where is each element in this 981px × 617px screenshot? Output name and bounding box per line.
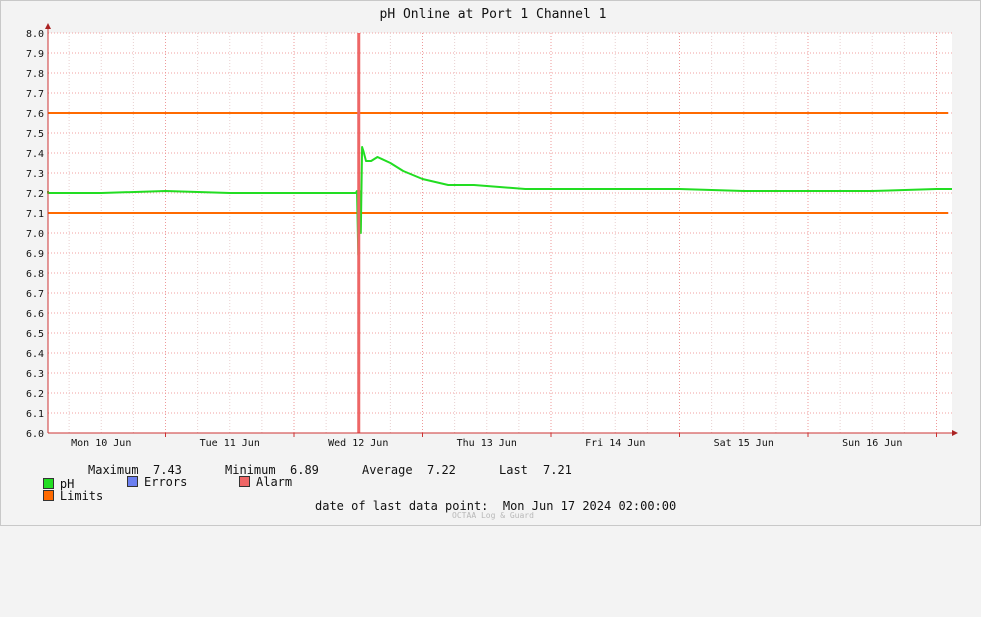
legend-alarm-label: Alarm — [256, 475, 293, 489]
y-tick-label: 7.4 — [26, 149, 44, 160]
ph-chart: pH Online at Port 1 Channel 1 6.06.16.26… — [26, 7, 958, 449]
legend-last-value: 7.21 — [543, 463, 572, 477]
y-tick-label: 6.3 — [26, 369, 44, 380]
legend-errors-label: Errors — [144, 475, 188, 489]
x-tick-label: Sat 15 Jun — [714, 438, 774, 449]
y-tick-label: 6.2 — [26, 389, 44, 400]
y-tick-label: 7.2 — [26, 189, 44, 200]
legend-limits-label: Limits — [59, 489, 104, 503]
legend-alarm: Alarm — [239, 475, 292, 489]
y-tick-label: 7.3 — [26, 169, 44, 180]
x-axis-arrow — [952, 430, 958, 436]
legend-errors: Errors — [127, 475, 187, 489]
legend-avg-value: 7.22 — [427, 463, 456, 477]
y-tick-label: 6.9 — [26, 249, 44, 260]
legend-last-label: Last — [499, 463, 528, 477]
y-tick-label: 7.9 — [26, 49, 44, 60]
x-tick-label: Wed 12 Jun — [328, 438, 388, 449]
y-tick-label: 7.5 — [26, 129, 44, 140]
y-tick-label: 6.7 — [26, 289, 44, 300]
y-tick-label: 7.1 — [26, 209, 44, 220]
chart-title: pH Online at Port 1 Channel 1 — [380, 7, 607, 22]
y-tick-label: 6.1 — [26, 409, 44, 420]
alarm-swatch — [239, 476, 250, 487]
chart-window: pH Online at Port 1 Channel 1 6.0 6.1 6.2 6… — [0, 0, 981, 526]
y-tick-label: 6.0 — [26, 429, 44, 440]
x-tick-label: Thu 13 Jun — [457, 438, 517, 449]
y-tick-label: 6.6 — [26, 309, 44, 320]
y-tick-label: 8.0 — [26, 29, 44, 40]
y-axis-arrow — [45, 23, 51, 29]
x-tick-label: Fri 14 Jun — [585, 438, 645, 449]
y-tick-label: 6.5 — [26, 329, 44, 340]
y-tick-label: 7.8 — [26, 69, 44, 80]
y-tick-label: 7.0 — [26, 229, 44, 240]
y-tick-label: 6.8 — [26, 269, 44, 280]
x-axis-ticks: Mon 10 Jun Tue 11 Jun Wed 12 Jun Thu 13 Jun… — [71, 433, 937, 449]
y-tick-label: 6.4 — [26, 349, 44, 360]
y-axis-ticks: 6.0 6.1 6.2 6.3 6.4 6.5 6.6 6.7 6.8 6.9 7.0 7.1 7.2 7… — [26, 29, 44, 440]
y-tick-label: 7.6 — [26, 109, 44, 120]
errors-swatch — [127, 476, 138, 487]
x-tick-label: Sun 16 Jun — [842, 438, 902, 449]
x-tick-label: Tue 11 Jun — [200, 438, 260, 449]
x-tick-label: Mon 10 Jun — [71, 438, 131, 449]
y-tick-label: 7.7 — [26, 89, 44, 100]
limits-swatch — [42, 490, 54, 501]
watermark: OCTAA Log & Guard — [452, 511, 534, 520]
